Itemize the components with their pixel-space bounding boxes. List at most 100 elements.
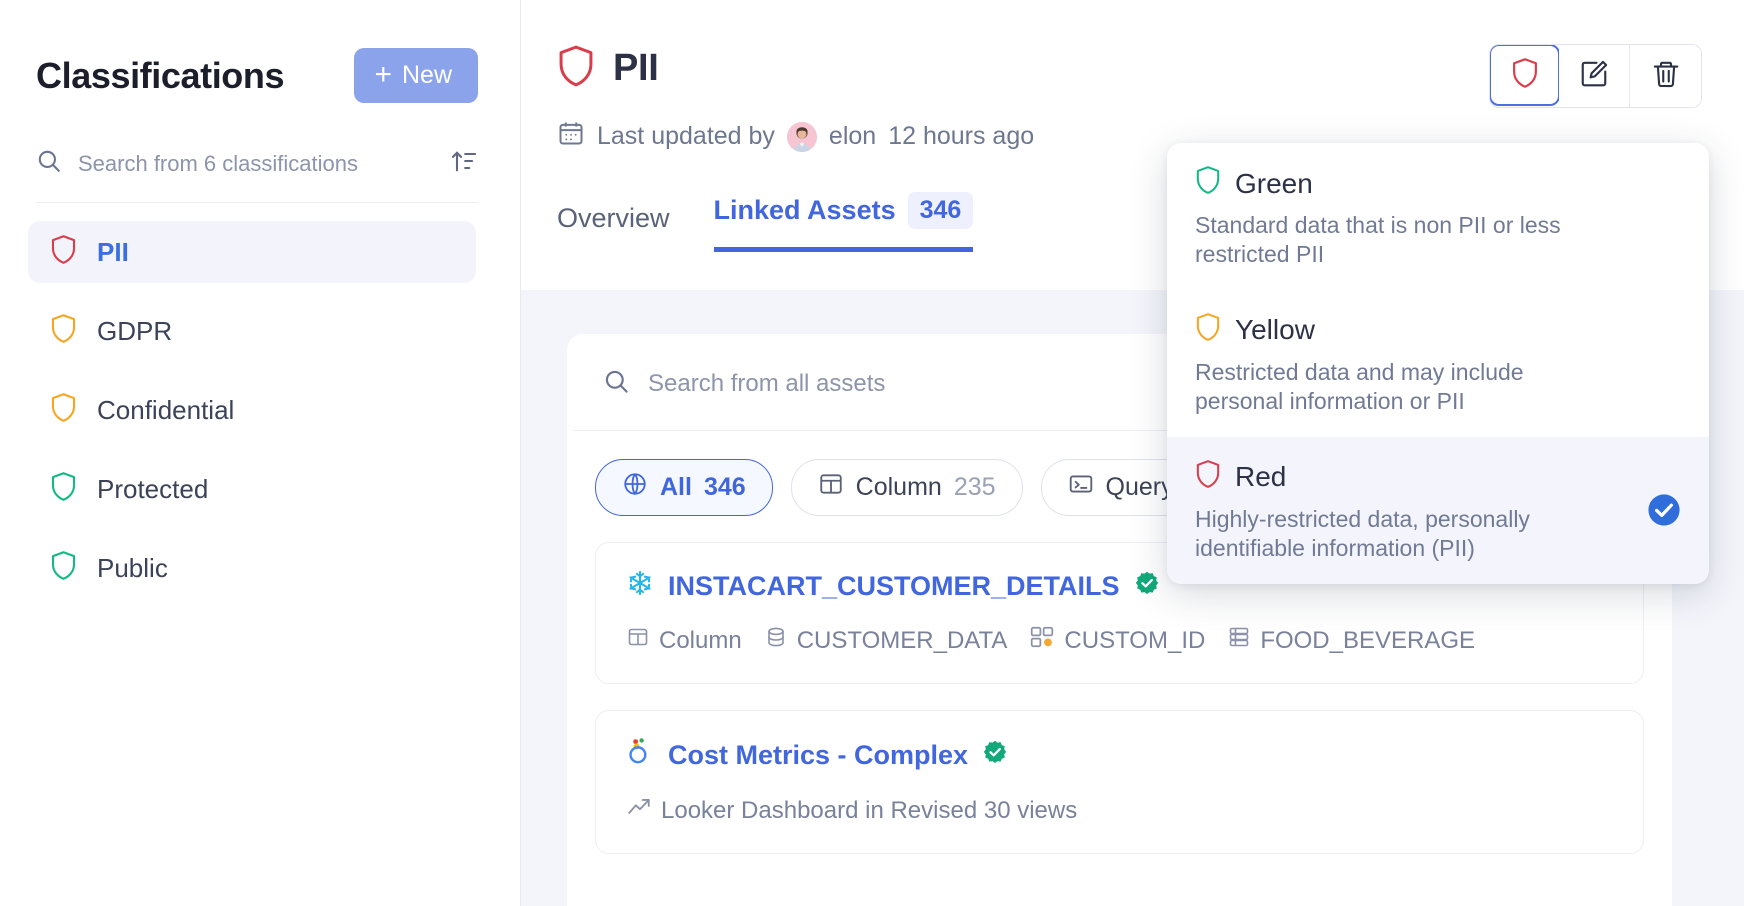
sidebar: Classifications + New Search from 6 clas…: [0, 0, 521, 906]
sidebar-header: Classifications + New: [0, 0, 520, 103]
shield-icon: [50, 550, 77, 586]
shield-icon: [1195, 312, 1221, 349]
terminal-icon: [1068, 471, 1094, 504]
globe-icon: [622, 471, 648, 504]
snowflake-icon: [626, 569, 654, 604]
schema-icon: [1029, 624, 1055, 657]
asset-meta-text: Column: [659, 626, 742, 654]
search-icon: [603, 368, 630, 400]
shield-icon: [50, 234, 77, 270]
header-action-group: [1489, 44, 1702, 108]
shield-icon: [1195, 165, 1221, 202]
dropdown-option-red[interactable]: Red Highly-restricted data, personally i…: [1167, 436, 1709, 584]
tab-label: Overview: [557, 203, 670, 233]
sidebar-item-label: Public: [97, 552, 168, 583]
sidebar-item-public[interactable]: Public: [28, 537, 476, 599]
sidebar-item-protected[interactable]: Protected: [28, 458, 476, 520]
sidebar-item-pii[interactable]: PII: [28, 221, 476, 283]
chip-count: 235: [953, 473, 996, 501]
calendar-icon: [557, 119, 585, 154]
sidebar-item-label: GDPR: [97, 315, 173, 346]
shield-icon: [50, 392, 77, 428]
tab-overview[interactable]: Overview: [557, 203, 670, 252]
trash-icon: [1651, 59, 1681, 94]
classification-level-dropdown: Green Standard data that is non PII or l…: [1167, 143, 1709, 584]
dropdown-option-yellow[interactable]: Yellow Restricted data and may include p…: [1167, 290, 1709, 437]
plus-icon: +: [374, 57, 392, 91]
sidebar-item-label: Confidential: [97, 394, 235, 425]
dropdown-option-name-row: Yellow: [1195, 312, 1681, 349]
shield-icon: [50, 471, 77, 507]
asset-name: INSTACART_CUSTOMER_DETAILS: [668, 571, 1120, 601]
asset-meta-text: CUSTOM_ID: [1064, 626, 1206, 654]
sidebar-item-confidential[interactable]: Confidential: [28, 379, 476, 441]
table-list-icon: [1227, 625, 1251, 656]
dropdown-option-description: Restricted data and may include personal…: [1195, 358, 1524, 415]
classification-shield-button[interactable]: [1490, 45, 1560, 106]
page-title: PII: [613, 47, 659, 89]
dropdown-option-description: Highly-restricted data, personally ident…: [1195, 505, 1530, 562]
asset-meta-text: CUSTOMER_DATA: [796, 626, 1008, 654]
database-icon: [764, 625, 788, 656]
sidebar-item-gdpr[interactable]: GDPR: [28, 300, 476, 362]
filter-chip-all[interactable]: All 346: [595, 459, 773, 516]
dropdown-option-name-row: Green: [1195, 165, 1681, 202]
main-header: PII Last updated by elon 12 hours ago: [521, 0, 1744, 154]
chip-label: All: [660, 473, 692, 501]
dropdown-option-description: Standard data that is non PII or less re…: [1195, 212, 1561, 268]
dropdown-option-label: Yellow: [1235, 314, 1315, 346]
edit-pencil-icon: [1579, 59, 1609, 94]
dropdown-option-green[interactable]: Green Standard data that is non PII or l…: [1167, 143, 1709, 290]
asset-card[interactable]: Cost Metrics - Complex Looker Dashboard …: [595, 710, 1644, 854]
check-circle-icon: [1647, 493, 1681, 527]
tab-linked-assets[interactable]: Linked Assets 346: [713, 192, 974, 252]
search-icon: [36, 148, 62, 179]
table-icon: [818, 471, 844, 504]
sidebar-item-label: PII: [97, 236, 129, 267]
tab-label: Linked Assets: [713, 195, 896, 225]
shield-icon: [1511, 57, 1539, 94]
sidebar-search-row: [36, 147, 478, 203]
app-root: Classifications + New Search from 6 clas…: [0, 0, 1744, 906]
asset-meta-schema: CUSTOM_ID: [1029, 624, 1205, 657]
asset-meta-text: Looker Dashboard in Revised 30 views: [661, 796, 1078, 824]
filter-chip-column[interactable]: Column 235: [790, 459, 1023, 516]
last-updated-prefix: Last updated by: [597, 122, 775, 150]
delete-button[interactable]: [1630, 45, 1701, 107]
asset-card-meta-row: Column CUSTOMER_DATA CUSTOM_ID FOOD_BEVE…: [626, 624, 1613, 657]
sidebar-item-label: Protected: [97, 473, 209, 504]
new-button-label: New: [401, 61, 452, 89]
asset-meta-dashboard: Looker Dashboard in Revised 30 views: [626, 794, 1077, 827]
chip-label: Query: [1105, 473, 1174, 501]
linked-assets-count-badge: 346: [907, 192, 974, 229]
verified-badge-icon: [982, 739, 1008, 772]
edit-button[interactable]: [1559, 45, 1630, 107]
chip-count: 346: [703, 473, 746, 501]
avatar: [786, 121, 817, 152]
sort-ascending-icon[interactable]: [450, 147, 478, 180]
new-classification-button[interactable]: + New: [354, 48, 478, 103]
verified-badge-icon: [1134, 570, 1160, 603]
dropdown-option-label: Green: [1235, 167, 1313, 199]
classification-list: PII GDPR Confidential Protected Public: [0, 221, 520, 599]
asset-meta-table: FOOD_BEVERAGE: [1227, 625, 1475, 656]
column-icon: [626, 625, 650, 656]
asset-card-title-row: Cost Metrics - Complex: [626, 737, 1613, 774]
shield-icon: [557, 44, 595, 93]
asset-card-meta-row: Looker Dashboard in Revised 30 views: [626, 794, 1613, 827]
asset-meta-text: FOOD_BEVERAGE: [1260, 626, 1476, 654]
last-updated-time: 12 hours ago: [888, 122, 1035, 150]
shield-icon: [50, 313, 77, 349]
dropdown-option-label: Red: [1235, 461, 1287, 493]
looker-icon: [626, 737, 654, 774]
chip-label: Column: [855, 473, 942, 501]
dropdown-option-name-row: Red: [1195, 459, 1681, 496]
asset-meta-column: Column: [626, 625, 742, 656]
last-updated-user: elon: [828, 122, 877, 150]
asset-name: Cost Metrics - Complex: [668, 740, 969, 770]
page-title-classifications: Classifications: [36, 54, 285, 96]
classification-search-input[interactable]: [78, 150, 434, 177]
trend-up-icon: [626, 794, 652, 827]
shield-icon: [1195, 459, 1221, 496]
asset-meta-database: CUSTOMER_DATA: [764, 625, 1008, 656]
